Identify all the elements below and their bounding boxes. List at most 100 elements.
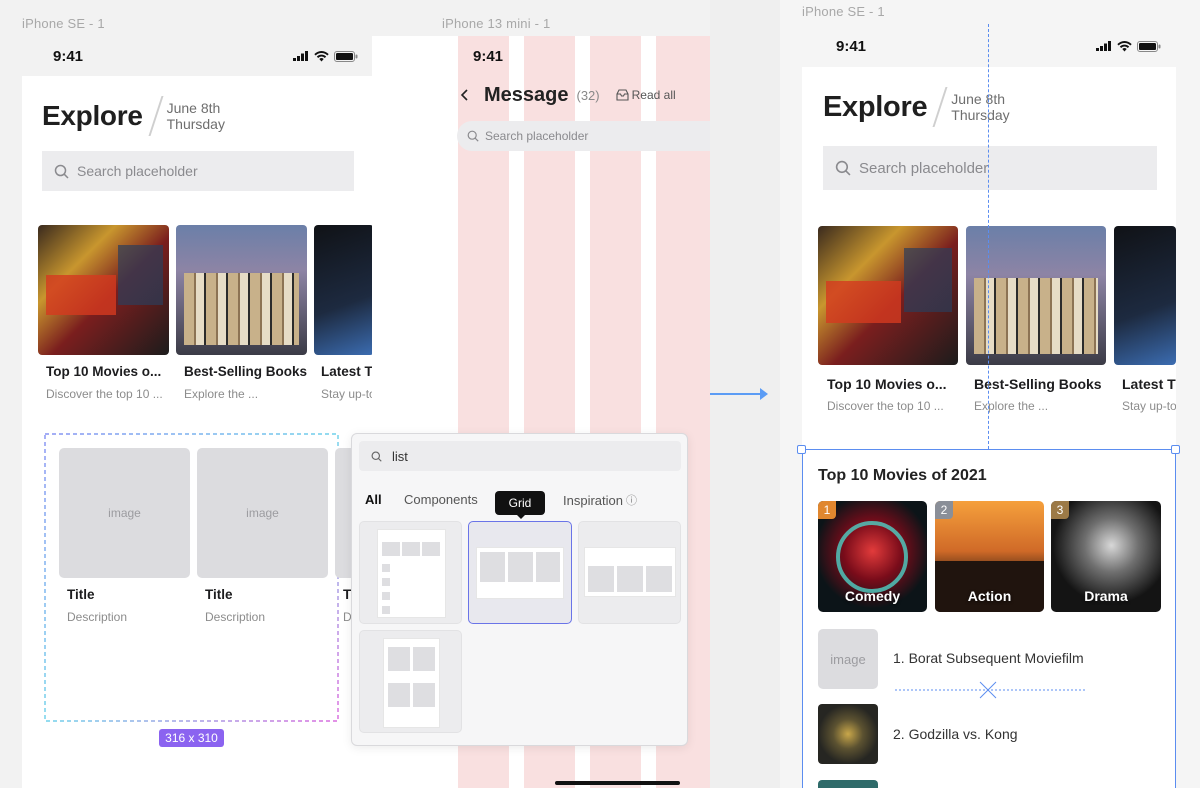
date-label: June 8th [166,100,221,116]
search-icon [54,164,69,179]
tab-components[interactable]: Components [404,492,478,507]
component-search-panel: list All Components Inspiration ⓘ Grid [351,433,688,746]
list-item-thumbnail [818,780,878,788]
vertical-guide [988,24,989,449]
panel-search-input[interactable]: list [359,441,681,471]
tab-inspiration[interactable]: Inspiration ⓘ [563,492,637,508]
divider [148,96,164,136]
message-search-input[interactable]: Search placeholder [457,121,710,151]
wifi-icon [314,50,329,61]
spacing-guide [895,681,1085,699]
tooltip-arrow [516,514,526,519]
card-title: Best-Selling Books [184,364,308,379]
card-description: Explore the ... [974,399,1049,413]
list-item-title[interactable]: 1. Borat Subsequent Moviefilm [893,650,1084,666]
result-thumbnail-cards[interactable] [578,521,681,624]
message-count: (32) [576,87,600,103]
search-icon [371,451,382,462]
date-label: June 8th [951,91,1005,107]
tooltip-label: Grid [508,496,532,510]
genre-label: Drama [1084,588,1128,604]
divider [932,87,948,127]
transition-arrow-icon [710,388,768,400]
result-thumbnail-masonry[interactable] [359,630,462,733]
status-bar: 9:41 [53,47,358,65]
back-chevron-icon[interactable] [460,88,470,102]
genre-card-comedy[interactable]: 1 Comedy [818,501,927,612]
frame-label[interactable]: iPhone SE - 1 [802,4,885,19]
latest-card-image[interactable] [1114,226,1176,365]
rank-badge: 2 [935,501,953,519]
size-badge: 316 x 310 [159,729,224,747]
card-description: Stay up-to [1122,399,1176,413]
genre-label: Comedy [844,588,901,604]
rank-badge: 1 [818,501,836,519]
tooltip: Grid [495,491,545,515]
section-title: Top 10 Movies of 2021 [818,467,987,484]
home-indicator [555,781,680,785]
explore-screen-right: Explore June 8th Thursday Search placeho… [802,67,1176,788]
card-description: Discover the top 10 ... [46,387,163,401]
card-description: Stay up-to [321,387,372,401]
message-header: Message (32) Read all [460,82,676,108]
card-title: Latest T [1122,376,1176,392]
message-title: Message [484,83,569,106]
rank-badge: 3 [1051,501,1069,519]
list-item-title[interactable]: 2. Godzilla vs. Kong [893,726,1018,742]
weekday-label: Thursday [951,107,1010,123]
frame-label[interactable]: iPhone SE - 1 [22,16,105,31]
latest-card-image[interactable] [314,225,372,355]
grid-item-description: Description [205,610,266,624]
result-thumbnail-list[interactable] [359,521,462,624]
books-card-image[interactable] [176,225,307,355]
battery-icon [1137,40,1161,52]
status-bar: 9:41 [836,37,1161,55]
card-title: Top 10 Movies o... [46,364,162,379]
frame-label[interactable]: iPhone 13 mini - 1 [442,16,550,31]
genre-card-action[interactable]: 2 Action [935,501,1044,612]
wifi-icon [1117,40,1132,51]
genre-card-drama[interactable]: 3 Drama [1051,501,1161,612]
inbox-icon [616,89,629,101]
page-header: Explore June 8th Thursday [42,94,225,138]
result-thumbnail-grid[interactable] [468,521,572,624]
page-header: Explore June 8th Thursday [823,85,1010,129]
movies-card-image[interactable] [818,226,958,365]
resize-handle[interactable] [797,445,806,454]
resize-handle[interactable] [1171,445,1180,454]
status-time: 9:41 [53,47,84,65]
cellular-icon [293,51,308,61]
page-title: Explore [823,90,928,123]
grid-item-image: image [59,448,190,578]
grid-item-description: Description [67,610,128,624]
search-placeholder: Search placeholder [859,159,989,177]
grid-item-title: Title [205,587,233,602]
card-title: Top 10 Movies o... [827,376,947,392]
search-input[interactable]: Search placeholder [823,146,1157,190]
status-time: 9:41 [473,47,504,65]
books-card-image[interactable] [966,226,1106,365]
card-description: Discover the top 10 ... [827,399,944,413]
genre-label: Action [967,588,1012,604]
card-title: Latest T [321,364,372,379]
info-icon: ⓘ [625,495,637,507]
search-input[interactable]: Search placeholder [42,151,354,191]
search-icon [835,160,851,176]
list-item-thumbnail [818,704,878,764]
status-time: 9:41 [836,37,867,55]
card-description: Explore the ... [184,387,259,401]
weekday-label: Thursday [166,116,225,132]
tab-all[interactable]: All [365,492,382,507]
page-title: Explore [42,100,143,131]
search-placeholder: Search placeholder [77,163,198,179]
card-title: Best-Selling Books [974,376,1102,392]
cellular-icon [1096,41,1111,51]
grid-item-title: T [343,587,352,602]
movies-card-image[interactable] [38,225,169,355]
list-item-thumbnail: image [818,629,878,689]
read-all-button[interactable]: Read all [616,88,676,102]
search-icon [467,130,479,142]
read-all-label: Read all [631,88,676,102]
selected-section[interactable]: Top 10 Movies of 2021 1 Comedy 2 Action … [802,449,1176,788]
status-bar: 9:41 [473,47,533,65]
